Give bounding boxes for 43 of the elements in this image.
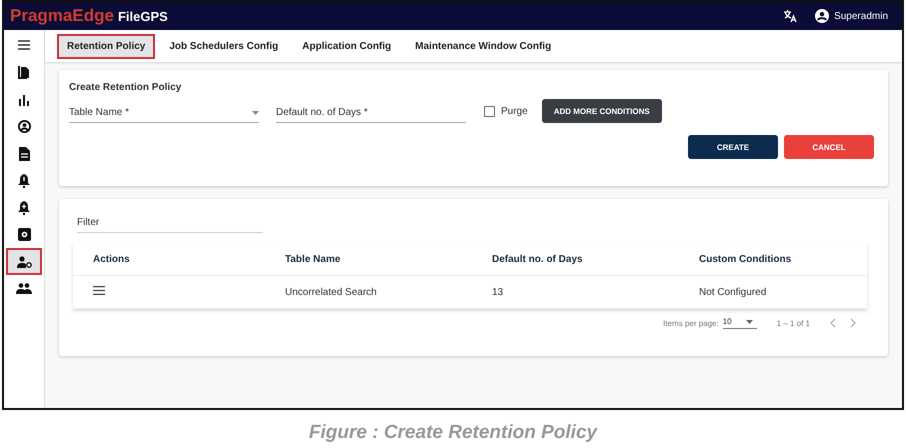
items-per-page-label: Items per page: bbox=[663, 318, 719, 328]
column-header: Table Name bbox=[284, 254, 342, 264]
table-cell-text: Uncorrelated Search bbox=[284, 286, 378, 298]
chart-icon bbox=[18, 94, 30, 106]
table-name-select[interactable]: Table Name * bbox=[69, 107, 259, 123]
account-icon bbox=[18, 120, 30, 133]
column-header: Custom Conditions bbox=[698, 254, 792, 264]
figure-caption: Figure : Create Retention Policy bbox=[308, 422, 599, 444]
tab[interactable]: Maintenance Window Config bbox=[405, 34, 562, 58]
tab[interactable]: Retention Policy bbox=[57, 34, 156, 58]
tab[interactable]: Job Schedulers Config bbox=[159, 34, 288, 58]
menu-icon[interactable] bbox=[18, 40, 30, 50]
table-cell-text: 13 bbox=[491, 286, 504, 298]
filter-field[interactable]: Filter bbox=[77, 217, 263, 233]
column-header: Default no. of Days bbox=[491, 254, 584, 264]
form-title: Create Retention Policy bbox=[69, 82, 182, 93]
column-header: Actions bbox=[92, 254, 131, 264]
settings-icon bbox=[18, 228, 30, 241]
tab[interactable]: Application Config bbox=[292, 34, 402, 58]
menu-icon[interactable] bbox=[93, 286, 105, 295]
create-button[interactable]: CREATE bbox=[688, 135, 778, 159]
dropdown-icon bbox=[746, 320, 753, 324]
logo-product: FileGPS bbox=[118, 9, 168, 24]
documents-icon bbox=[18, 66, 30, 80]
sidebar-item[interactable] bbox=[6, 248, 42, 275]
translate-icon[interactable] bbox=[783, 9, 798, 23]
days-field[interactable]: Default no. of Days * bbox=[276, 107, 466, 123]
dropdown-icon bbox=[252, 110, 259, 114]
page-range: 1 – 1 of 1 bbox=[776, 318, 810, 328]
bell-icon bbox=[18, 174, 30, 188]
purge-checkbox[interactable] bbox=[484, 106, 495, 116]
user-gear-icon bbox=[16, 256, 32, 268]
bell-icon bbox=[18, 200, 30, 214]
purge-label: Purge bbox=[501, 106, 528, 116]
cancel-button[interactable]: CANCEL bbox=[784, 135, 874, 159]
group-icon bbox=[16, 283, 32, 294]
page-size-select[interactable]: 10 bbox=[722, 317, 757, 329]
logo-brand: PragmaEdge bbox=[10, 6, 114, 25]
add-conditions-button[interactable]: ADD MORE CONDITIONS bbox=[542, 99, 662, 123]
table-cell-text: Not Configured bbox=[698, 286, 768, 298]
account-icon[interactable] bbox=[815, 9, 830, 23]
document-icon bbox=[18, 146, 30, 160]
user-name[interactable]: Superadmin bbox=[834, 10, 888, 22]
